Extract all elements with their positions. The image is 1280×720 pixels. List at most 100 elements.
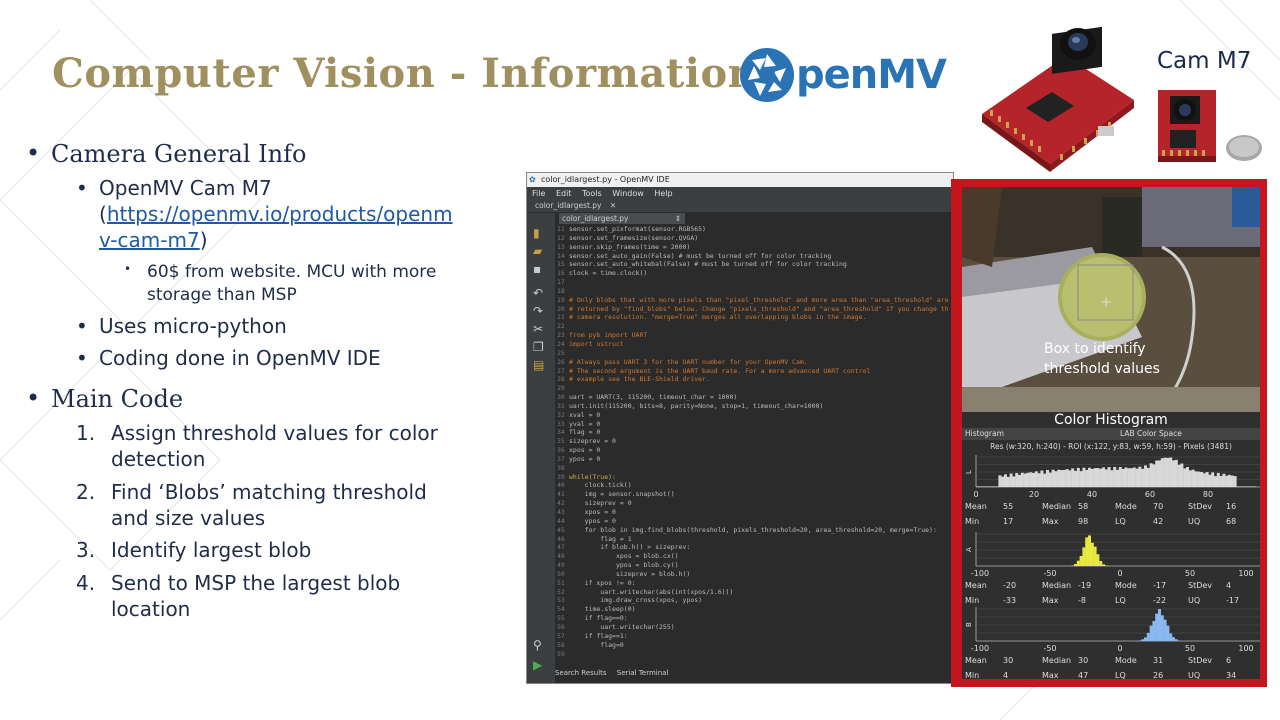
code-line: 19 # Only blobs that with more pixels tha… bbox=[557, 296, 953, 305]
close-tab-icon[interactable]: ✕ bbox=[610, 201, 616, 210]
line-number: 29 bbox=[557, 384, 565, 393]
histogram-bar bbox=[1082, 547, 1086, 566]
histogram-bar bbox=[1146, 632, 1150, 641]
histogram-bar bbox=[976, 486, 979, 487]
bullet-dot: • bbox=[76, 346, 88, 370]
histogram-bar bbox=[1046, 469, 1049, 487]
product-link-continued[interactable]: v-cam-m7 bbox=[99, 228, 200, 252]
redo-icon[interactable]: ↷ bbox=[533, 305, 547, 317]
stat-value: 34 bbox=[1226, 671, 1237, 679]
histogram-tick-label: 60 bbox=[1145, 490, 1155, 499]
line-number: 40 bbox=[557, 481, 565, 490]
code-text: if xpos != 0: bbox=[569, 578, 636, 587]
code-text: if flag==0: bbox=[569, 614, 628, 623]
copy-icon[interactable]: ❐ bbox=[533, 341, 547, 353]
histogram-bar bbox=[1079, 555, 1083, 566]
histogram-bar bbox=[1093, 468, 1097, 487]
stat-value: 98 bbox=[1078, 517, 1089, 526]
openmv-logo: penMV bbox=[738, 44, 950, 108]
histogram-bar bbox=[1088, 535, 1091, 566]
histogram-bar bbox=[1006, 476, 1010, 487]
histogram-bar bbox=[1132, 467, 1136, 487]
histogram-bar bbox=[1169, 633, 1173, 641]
histogram-bar bbox=[1082, 467, 1086, 487]
product-link[interactable]: https://openmv.io/products/openm bbox=[107, 202, 453, 226]
menu-window[interactable]: Window bbox=[612, 189, 644, 198]
menu-tools[interactable]: Tools bbox=[582, 189, 602, 198]
stat-value: 58 bbox=[1078, 502, 1089, 511]
histogram-bar bbox=[1247, 486, 1251, 487]
menu-help[interactable]: Help bbox=[654, 189, 672, 198]
stat-value: 16 bbox=[1226, 502, 1237, 511]
code-text: ypos = 0 bbox=[569, 516, 616, 525]
paste-icon[interactable]: ▤ bbox=[533, 359, 547, 371]
connect-icon[interactable]: ⚲ bbox=[533, 639, 547, 651]
code-text: xpos = blob.cx() bbox=[569, 552, 679, 561]
line-number: 13 bbox=[557, 242, 565, 251]
histogram-bar bbox=[1166, 457, 1170, 487]
serial-terminal-tab[interactable]: Serial Terminal bbox=[617, 669, 669, 677]
code-text: while(True): bbox=[569, 472, 616, 481]
code-line: 59 bbox=[557, 649, 953, 659]
code-editor[interactable]: 11 sensor.set_pixformat(sensor.RGB565) 12 s… bbox=[557, 225, 953, 669]
stat-value: 4 bbox=[1226, 581, 1232, 590]
search-results-tab[interactable]: Search Results bbox=[555, 669, 607, 677]
histogram-bar bbox=[1029, 472, 1033, 487]
code-text: sensor.set_pixformat(sensor.RGB565) bbox=[569, 225, 706, 233]
histogram-bar bbox=[1216, 472, 1220, 487]
code-text: sensor.skip_frames(time = 2000) bbox=[569, 242, 691, 251]
new-file-icon[interactable]: ▮ bbox=[533, 227, 547, 239]
code-line: 32 xval = 0 bbox=[557, 411, 953, 420]
open-folder-icon[interactable]: ▰ bbox=[533, 245, 547, 257]
file-selector[interactable]: color_idlargest.py ⇕ bbox=[559, 213, 685, 224]
stat-label: Median bbox=[1042, 502, 1072, 511]
histogram-bar bbox=[1138, 640, 1142, 641]
stat-value: 30 bbox=[1078, 656, 1089, 665]
code-line: 16 clock = time.clock() bbox=[557, 269, 953, 278]
line-number: 21 bbox=[557, 313, 565, 322]
histogram-bar bbox=[992, 486, 996, 487]
histogram-bar bbox=[1104, 469, 1108, 487]
menu-file[interactable]: File bbox=[532, 189, 545, 198]
line-number: 43 bbox=[557, 508, 565, 516]
cut-icon[interactable]: ✂ bbox=[533, 323, 547, 335]
histogram-bar bbox=[1155, 460, 1159, 487]
line-number: 12 bbox=[557, 233, 565, 242]
histogram-bar bbox=[984, 486, 988, 487]
histogram-tick-label: 0 bbox=[973, 490, 978, 499]
histogram-bar bbox=[1222, 473, 1226, 487]
code-text: sensor.set_framesize(sensor.QVGA) bbox=[569, 233, 699, 242]
stat-label: LQ bbox=[1115, 517, 1126, 526]
undo-icon[interactable]: ↶ bbox=[533, 287, 547, 299]
channel-axis-label: A bbox=[965, 547, 973, 552]
run-icon[interactable]: ▶ bbox=[533, 659, 547, 671]
histogram-bar bbox=[1060, 470, 1063, 487]
stat-label: UQ bbox=[1188, 671, 1201, 679]
code-text: xpos = 0 bbox=[569, 446, 601, 455]
histogram-bar bbox=[1169, 457, 1173, 487]
histogram-bar bbox=[1250, 486, 1254, 487]
code-line: 39 while(True): bbox=[557, 472, 953, 482]
histogram-bar bbox=[1110, 470, 1114, 487]
line-number: 54 bbox=[557, 605, 565, 614]
line-number: 59 bbox=[557, 649, 565, 658]
line-number: 16 bbox=[557, 269, 565, 278]
channel-axis-label: B bbox=[965, 622, 973, 627]
editor-tab[interactable]: color_idlargest.py bbox=[535, 201, 602, 210]
histogram-tick-label: -50 bbox=[1043, 644, 1056, 653]
line-number: 11 bbox=[557, 225, 565, 233]
histogram-bar bbox=[1048, 472, 1052, 487]
line-number: 33 bbox=[557, 419, 565, 428]
histogram-bar bbox=[1096, 554, 1100, 566]
histogram-bar bbox=[1068, 470, 1072, 487]
code-text: if flag==1: bbox=[569, 631, 628, 640]
code-text: flag = 1 bbox=[569, 534, 632, 543]
line-number: 56 bbox=[557, 622, 565, 631]
menu-edit[interactable]: Edit bbox=[556, 189, 572, 198]
histogram-bar bbox=[1074, 564, 1077, 566]
stat-value: -33 bbox=[1003, 596, 1017, 605]
histogram-bar bbox=[1054, 471, 1058, 487]
color-space-selector[interactable]: LAB Color Space bbox=[1120, 428, 1182, 440]
histogram-info: Res (w:320, h:240) - ROI (x:122, y:83, w… bbox=[990, 442, 1232, 451]
save-icon[interactable]: ▪ bbox=[533, 263, 547, 275]
